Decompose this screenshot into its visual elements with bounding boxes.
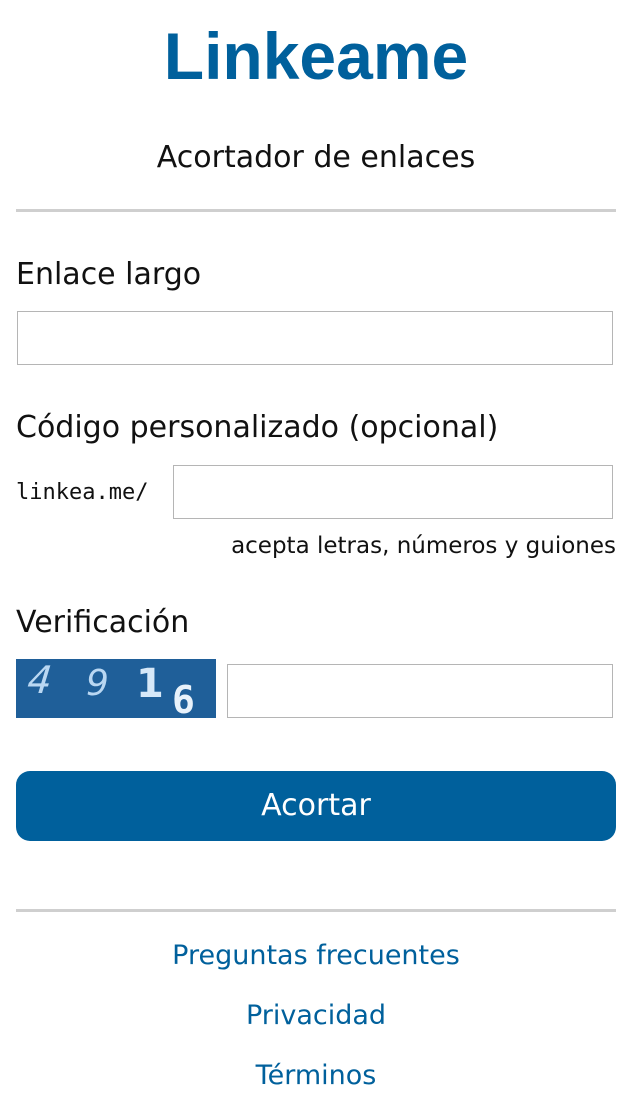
captcha-digit-1: 4 (25, 659, 54, 702)
captcha-input[interactable] (227, 664, 613, 718)
site-tagline: Acortador de enlaces (156, 140, 476, 175)
faq-link[interactable]: Preguntas frecuentes (16, 938, 616, 974)
privacy-link[interactable]: Privacidad (16, 998, 616, 1034)
long-link-input[interactable] (17, 311, 613, 365)
site-logo[interactable]: Linkeame (16, 14, 616, 98)
captcha-digit-2: 9 (86, 663, 109, 704)
captcha-image: 4 9 1 6 (16, 659, 216, 718)
page: Linkeame Acortador de enlaces Enlace lar… (16, 0, 616, 1106)
custom-code-input[interactable] (173, 465, 613, 519)
footer-divider (16, 909, 616, 912)
captcha-digit-3: 1 (136, 661, 164, 707)
short-url-prefix: linkea.me/ (16, 480, 149, 505)
long-link-label: Enlace largo (16, 257, 202, 292)
custom-code-label: Código personalizado (opcional) (16, 410, 499, 445)
custom-code-hint: acepta letras, números y guiones (231, 533, 616, 559)
terms-link[interactable]: Términos (16, 1058, 616, 1094)
header-divider (16, 209, 616, 212)
verification-label: Verificación (16, 605, 190, 640)
captcha-digit-4: 6 (172, 678, 195, 718)
shorten-button[interactable]: Acortar (16, 771, 616, 841)
